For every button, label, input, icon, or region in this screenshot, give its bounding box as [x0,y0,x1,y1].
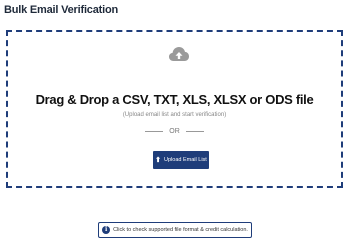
divider-line-right [185,131,204,132]
divider-line-left [145,131,164,132]
or-text: OR [169,128,180,135]
or-divider: OR [8,128,341,135]
file-dropzone[interactable]: Drag & Drop a CSV, TXT, XLS, XLSX or ODS… [6,30,343,188]
supported-formats-info-button[interactable]: i Click to check supported file format &… [98,222,252,238]
info-button-label: Click to check supported file format & c… [113,227,248,233]
info-icon: i [102,226,111,234]
upload-arrow-icon: ⬆ [155,156,162,164]
bulk-email-verification-page: Bulk Email Verification Drag & Drop a CS… [0,0,350,250]
dropzone-heading: Drag & Drop a CSV, TXT, XLS, XLSX or ODS… [35,92,314,107]
dropzone-subtext: (Upload email list and start verificatio… [122,112,227,118]
cloud-upload-icon [168,44,190,64]
upload-button-label: Upload Email List [164,157,207,163]
page-title: Bulk Email Verification [4,4,118,16]
upload-email-list-button[interactable]: ⬆ Upload Email List [153,151,209,169]
